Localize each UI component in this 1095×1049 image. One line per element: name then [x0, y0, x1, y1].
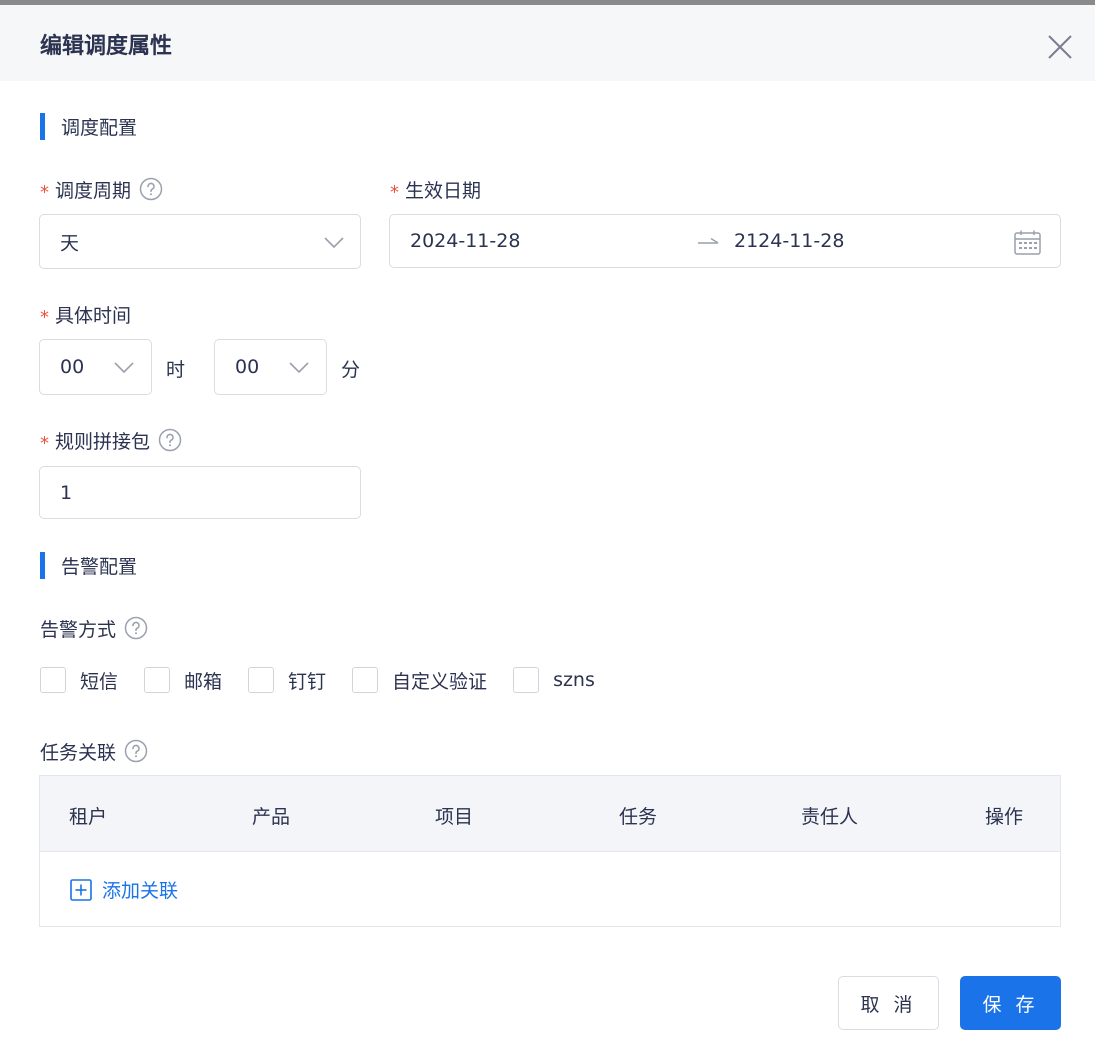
help-icon[interactable] — [158, 428, 182, 452]
section-schedule-config: 调度配置 — [40, 112, 137, 140]
alert-method-label: 告警方式 — [40, 614, 148, 642]
help-icon[interactable] — [139, 177, 163, 201]
checkbox[interactable] — [248, 667, 275, 693]
required-asterisk: * — [40, 432, 49, 454]
minute-value: 00 — [235, 356, 260, 378]
task-link-table: 租户 产品 项目 任务 责任人 操作 添加关联 — [39, 775, 1061, 927]
period-value: 天 — [60, 232, 80, 254]
period-select[interactable]: 天 — [39, 214, 361, 269]
section-title: 调度配置 — [61, 116, 138, 139]
dialog-title: 编辑调度属性 — [40, 34, 173, 59]
help-icon[interactable] — [124, 616, 148, 640]
chevron-down-icon — [324, 237, 344, 249]
column-header-action: 操作 — [985, 806, 1024, 828]
effective-date-range-picker[interactable]: 2024-11-28 2124-11-28 — [389, 214, 1061, 268]
section-accent-bar — [40, 112, 45, 140]
chevron-down-icon — [114, 362, 134, 374]
period-label: * 调度周期 — [40, 175, 163, 203]
arrow-right-icon — [698, 237, 719, 244]
section-title: 告警配置 — [61, 555, 138, 578]
checkbox[interactable] — [352, 667, 379, 693]
close-icon[interactable] — [1046, 33, 1074, 61]
hour-value: 00 — [60, 356, 85, 378]
end-date-input[interactable]: 2124-11-28 — [734, 230, 844, 252]
rule-package-value: 1 — [60, 481, 73, 504]
help-icon[interactable] — [124, 739, 148, 763]
calendar-icon[interactable] — [1014, 230, 1041, 255]
plus-square-icon — [70, 878, 92, 901]
hour-unit: 时 — [166, 359, 186, 381]
alert-method-szns[interactable]: szns — [513, 667, 595, 693]
alert-method-checkbox-group: 短信 邮箱 钉钉 自定义验证 szns — [40, 665, 621, 695]
required-asterisk: * — [390, 181, 399, 203]
minute-select[interactable]: 00 — [214, 339, 327, 395]
checkbox[interactable] — [40, 667, 66, 693]
hour-select[interactable]: 00 — [39, 339, 152, 395]
table-header: 租户 产品 项目 任务 责任人 操作 — [40, 776, 1060, 852]
column-header-product: 产品 — [252, 806, 291, 828]
save-button[interactable]: 保 存 — [960, 976, 1061, 1030]
column-header-task: 任务 — [619, 806, 658, 828]
alert-method-dingtalk[interactable]: 钉钉 — [248, 667, 326, 694]
column-header-owner: 责任人 — [801, 806, 859, 828]
add-link-label: 添加关联 — [102, 880, 179, 902]
required-asterisk: * — [40, 306, 49, 328]
add-link-button[interactable]: 添加关联 — [70, 876, 178, 903]
required-asterisk: * — [40, 181, 49, 203]
checkbox[interactable] — [513, 667, 540, 693]
dialog-header: 编辑调度属性 — [0, 5, 1095, 81]
section-accent-bar — [40, 551, 45, 579]
task-link-label: 任务关联 — [40, 737, 148, 765]
start-date-input[interactable]: 2024-11-28 — [410, 230, 520, 252]
column-header-tenant: 租户 — [69, 806, 108, 828]
cancel-button[interactable]: 取 消 — [838, 976, 939, 1030]
chevron-down-icon — [289, 362, 309, 374]
time-label: * 具体时间 — [40, 304, 132, 328]
rule-package-label: * 规则拼接包 — [40, 426, 182, 454]
alert-method-custom[interactable]: 自定义验证 — [352, 667, 487, 694]
section-alert-config: 告警配置 — [40, 551, 137, 579]
alert-method-sms[interactable]: 短信 — [40, 667, 118, 694]
effective-date-label: * 生效日期 — [390, 179, 482, 203]
column-header-project: 项目 — [435, 806, 474, 828]
minute-unit: 分 — [341, 359, 361, 381]
rule-package-input[interactable]: 1 — [39, 466, 361, 519]
checkbox[interactable] — [144, 667, 171, 693]
alert-method-email[interactable]: 邮箱 — [144, 667, 222, 694]
